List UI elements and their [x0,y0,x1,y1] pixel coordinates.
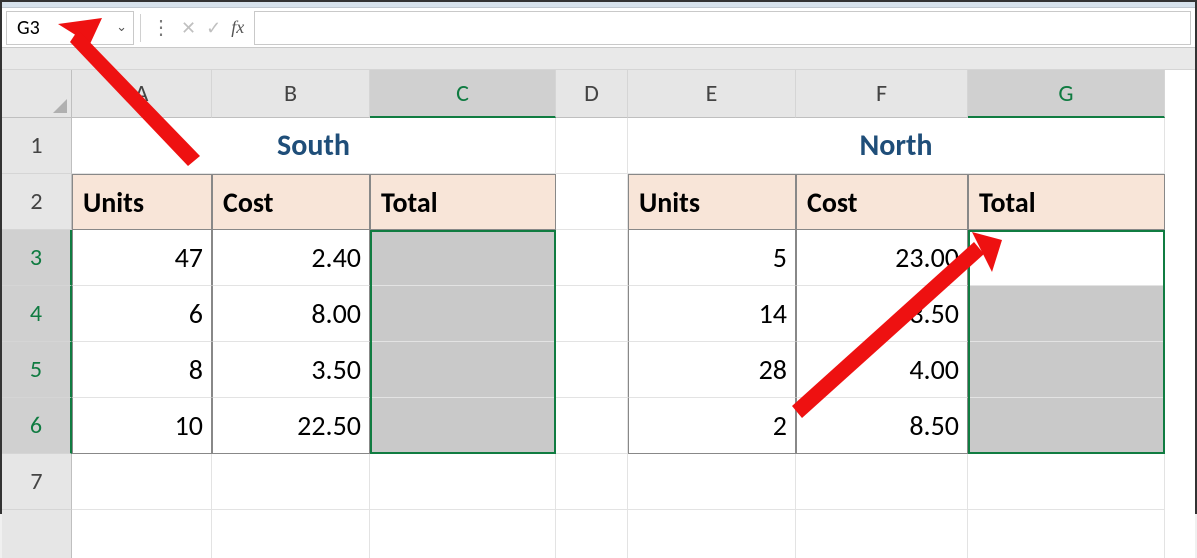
cancel-icon[interactable]: ✕ [181,17,196,39]
col-header-B[interactable]: B [212,70,370,118]
col-header-E[interactable]: E [628,70,796,118]
cell-D8[interactable] [556,510,628,558]
cell-C7[interactable] [370,454,556,510]
cell-C2[interactable]: Total [370,174,556,230]
cell-E6[interactable]: 2 [628,398,796,454]
cell-E3[interactable]: 5 [628,230,796,286]
select-all-corner[interactable] [2,70,72,118]
cell-F8[interactable] [796,510,968,558]
chevron-down-icon[interactable]: ⌄ [116,20,127,35]
cell-D1[interactable] [556,118,628,174]
separator [140,14,141,42]
row-header-4[interactable]: 4 [2,286,72,342]
cell-E8[interactable] [628,510,796,558]
cell-G5[interactable] [968,342,1165,398]
cell-E5[interactable]: 28 [628,342,796,398]
cell-A5[interactable]: 8 [72,342,212,398]
cell-G4[interactable] [968,286,1165,342]
formula-bar: G3 ⌄ ⋮ ✕ ✓ fx [2,8,1195,48]
cell-A4[interactable]: 6 [72,286,212,342]
cell-G8[interactable] [968,510,1165,558]
ribbon-collapse-gap [2,48,1195,70]
cell-A7[interactable] [72,454,212,510]
cell-A2[interactable]: Units [72,174,212,230]
row-header-3[interactable]: 3 [2,230,72,286]
cell-B6[interactable]: 22.50 [212,398,370,454]
cell-G3[interactable] [968,230,1165,286]
cell-E4[interactable]: 14 [628,286,796,342]
cell-D6[interactable] [556,398,628,454]
cell-C3[interactable] [370,230,556,286]
col-header-D[interactable]: D [556,70,628,118]
cell-F7[interactable] [796,454,968,510]
cell-C6[interactable] [370,398,556,454]
cell-G6[interactable] [968,398,1165,454]
col-header-F[interactable]: F [796,70,968,118]
cell-E2[interactable]: Units [628,174,796,230]
row-header-6[interactable]: 6 [2,398,72,454]
row-header-8[interactable] [2,510,72,558]
cell-F2[interactable]: Cost [796,174,968,230]
cell-F5[interactable]: 4.00 [796,342,968,398]
cell-A8[interactable] [72,510,212,558]
cell-G7[interactable] [968,454,1165,510]
cell-F6[interactable]: 8.50 [796,398,968,454]
cell-A3[interactable]: 47 [72,230,212,286]
cell-E1-merged-title-north[interactable]: North [628,118,1165,174]
col-header-C[interactable]: C [370,70,556,118]
cell-D5[interactable] [556,342,628,398]
cell-G2[interactable]: Total [968,174,1165,230]
name-box[interactable]: G3 ⌄ [6,11,134,45]
cell-F3[interactable]: 23.00 [796,230,968,286]
cell-B8[interactable] [212,510,370,558]
cell-B7[interactable] [212,454,370,510]
cell-C8[interactable] [370,510,556,558]
cell-B2[interactable]: Cost [212,174,370,230]
cell-B4[interactable]: 8.00 [212,286,370,342]
cell-D2[interactable] [556,174,628,230]
row-header-7[interactable]: 7 [2,454,72,510]
formula-bar-buttons: ⋮ ✕ ✓ fx [147,17,248,39]
cell-F4[interactable]: 3.50 [796,286,968,342]
worksheet-grid[interactable]: A B C D E F G 1 South North 2 Units Cost… [2,70,1195,558]
cell-B5[interactable]: 3.50 [212,342,370,398]
row-header-2[interactable]: 2 [2,174,72,230]
more-icon[interactable]: ⋮ [151,18,171,38]
enter-icon[interactable]: ✓ [206,17,221,39]
row-header-5[interactable]: 5 [2,342,72,398]
cell-A1-merged-title-south[interactable]: South [72,118,556,174]
name-box-value: G3 [17,16,40,40]
col-header-A[interactable]: A [72,70,212,118]
cell-D3[interactable] [556,230,628,286]
cell-D4[interactable] [556,286,628,342]
cell-C5[interactable] [370,342,556,398]
row-header-1[interactable]: 1 [2,118,72,174]
fx-icon[interactable]: fx [231,17,244,38]
cell-B3[interactable]: 2.40 [212,230,370,286]
cell-E7[interactable] [628,454,796,510]
cell-C4[interactable] [370,286,556,342]
cell-A6[interactable]: 10 [72,398,212,454]
formula-input[interactable] [254,11,1191,45]
col-header-G[interactable]: G [968,70,1165,118]
cell-D7[interactable] [556,454,628,510]
